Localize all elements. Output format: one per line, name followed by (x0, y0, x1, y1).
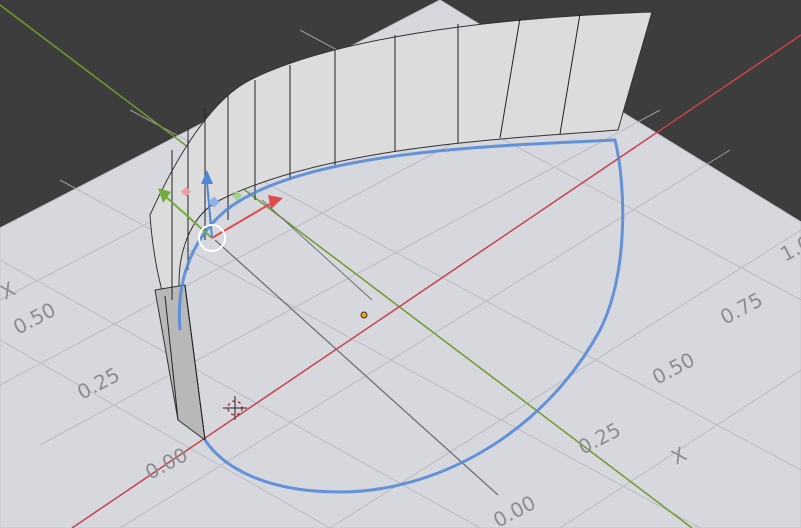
3d-viewport[interactable]: X 0.50 0.25 0.00 0.00 0.25 X 0.50 0.75 1… (0, 0, 801, 528)
viewport-canvas[interactable]: X 0.50 0.25 0.00 0.00 0.25 X 0.50 0.75 1… (0, 0, 801, 528)
object-origin-marker[interactable] (360, 311, 368, 319)
